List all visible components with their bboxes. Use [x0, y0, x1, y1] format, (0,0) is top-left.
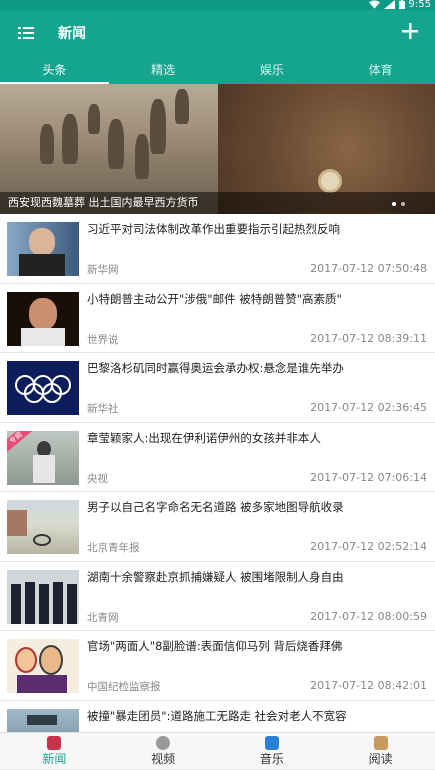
video-icon	[156, 736, 170, 750]
nav-reading-label: 阅读	[369, 752, 393, 766]
clock: 9:55	[409, 0, 431, 10]
banner-carousel[interactable]: 西安现西魏墓葬 出土国内最早西方货币	[0, 84, 435, 214]
banner-caption: 西安现西魏墓葬 出土国内最早西方货币	[0, 192, 435, 214]
list-item[interactable]: 官场"两面人"8副脸谱:表面信仰马列 背后烧香拜佛 中国纪检监察报 2017-0…	[0, 631, 435, 701]
news-source: 北京青年报	[87, 540, 140, 555]
news-headline: 章莹颖家人:出现在伊利诺伊州的女孩并非本人	[87, 431, 429, 446]
tab-entertainment[interactable]: 娱乐	[218, 56, 327, 84]
tab-headlines[interactable]: 头条	[0, 56, 109, 84]
news-source: 央视	[87, 471, 108, 486]
list-item[interactable]: 专题 章莹颖家人:出现在伊利诺伊州的女孩并非本人 央视 2017-07-12 0…	[0, 423, 435, 493]
wifi-icon	[369, 0, 380, 9]
category-tabs: 头条 精选 娱乐 体育	[0, 56, 435, 84]
news-thumbnail: 专题	[7, 431, 79, 485]
nav-music[interactable]: 音乐	[218, 733, 327, 769]
music-icon	[265, 736, 279, 750]
news-thumbnail	[7, 292, 79, 346]
news-source: 中国纪检监察报	[87, 679, 161, 694]
nav-reading[interactable]: 阅读	[326, 733, 435, 769]
news-headline: 习近平对司法体制改革作出重要指示引起热烈反响	[87, 222, 429, 237]
signal-icon	[384, 0, 395, 9]
nav-video-label: 视频	[151, 752, 175, 766]
news-thumbnail	[7, 500, 79, 554]
news-source: 新华网	[87, 262, 119, 277]
list-item[interactable]: 男子以自己名字命名无名道路 被多家地图导航收录 北京青年报 2017-07-12…	[0, 492, 435, 562]
news-thumbnail	[7, 222, 79, 276]
news-headline: 湖南十余警察赴京抓捕嫌疑人 被围堵限制人身自由	[87, 570, 429, 585]
news-source: 世界说	[87, 332, 119, 347]
news-headline: 巴黎洛杉矶同时赢得奥运会承办权:悬念是谁先举办	[87, 361, 429, 376]
news-time: 2017-07-12 02:52:14	[310, 540, 427, 553]
bottom-navigation: 新闻 视频 音乐 阅读	[0, 732, 435, 769]
news-thumbnail	[7, 361, 79, 415]
carousel-indicator	[392, 202, 405, 206]
news-source: 北青网	[87, 610, 119, 625]
nav-news[interactable]: 新闻	[0, 733, 109, 769]
news-time: 2017-07-12 02:36:45	[310, 401, 427, 414]
news-headline: 官场"两面人"8副脸谱:表面信仰马列 背后烧香拜佛	[87, 639, 429, 654]
tab-sports[interactable]: 体育	[326, 56, 435, 84]
battery-icon	[399, 0, 405, 9]
list-item[interactable]: 习近平对司法体制改革作出重要指示引起热烈反响 新华网 2017-07-12 07…	[0, 214, 435, 284]
news-time: 2017-07-12 08:39:11	[310, 332, 427, 345]
news-source: 新华社	[87, 401, 119, 416]
book-icon	[374, 736, 388, 750]
page-title: 新闻	[58, 23, 86, 43]
news-headline: 被撞"暴走团员":道路施工无路走 社会对老人不宽容	[87, 709, 429, 724]
status-bar: 9:55	[0, 0, 435, 10]
list-item[interactable]: 小特朗普主动公开"涉俄"邮件 被特朗普赞"高素质" 世界说 2017-07-12…	[0, 284, 435, 354]
news-time: 2017-07-12 08:00:59	[310, 610, 427, 623]
add-icon[interactable]	[401, 22, 419, 40]
nav-video[interactable]: 视频	[109, 733, 218, 769]
news-icon	[47, 736, 61, 750]
news-time: 2017-07-12 07:06:14	[310, 471, 427, 484]
list-item[interactable]: 巴黎洛杉矶同时赢得奥运会承办权:悬念是谁先举办 新华社 2017-07-12 0…	[0, 353, 435, 423]
tab-featured[interactable]: 精选	[109, 56, 218, 84]
menu-icon[interactable]	[18, 26, 34, 40]
news-thumbnail	[7, 639, 79, 693]
topic-ribbon: 专题	[7, 431, 38, 458]
list-item[interactable]: 湖南十余警察赴京抓捕嫌疑人 被围堵限制人身自由 北青网 2017-07-12 0…	[0, 562, 435, 632]
news-thumbnail	[7, 570, 79, 624]
nav-music-label: 音乐	[260, 752, 284, 766]
news-headline: 小特朗普主动公开"涉俄"邮件 被特朗普赞"高素质"	[87, 292, 429, 307]
news-time: 2017-07-12 07:50:48	[310, 262, 427, 275]
news-list: 习近平对司法体制改革作出重要指示引起热烈反响 新华网 2017-07-12 07…	[0, 214, 435, 770]
nav-news-label: 新闻	[42, 752, 66, 766]
news-headline: 男子以自己名字命名无名道路 被多家地图导航收录	[87, 500, 429, 515]
news-time: 2017-07-12 08:42:01	[310, 679, 427, 692]
app-bar: 新闻	[0, 10, 435, 56]
